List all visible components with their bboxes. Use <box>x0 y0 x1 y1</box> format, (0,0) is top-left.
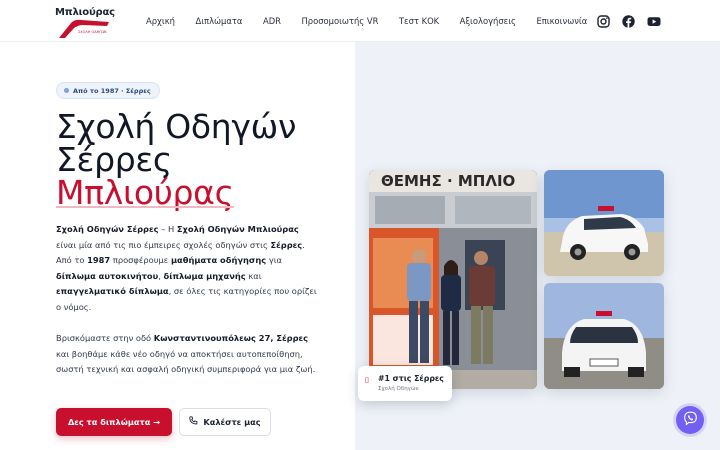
rank-card-subtitle: Σχολή Οδηγών <box>378 386 419 392</box>
view-licenses-label: Δες τα διπλώματα → <box>67 417 161 427</box>
youtube-icon[interactable] <box>647 13 661 26</box>
instagram-icon[interactable] <box>597 13 610 28</box>
nav-item-reviews[interactable]: Αξιολογήσεις <box>460 16 516 26</box>
logo[interactable]: Μπλιούρας ΣΧΟΛΗ ΟΔΗΓΩΝ <box>55 7 115 38</box>
car-photo-2 <box>544 283 664 389</box>
phone-icon <box>189 416 198 428</box>
rank-card: ▯ #1 στις Σέρρες Σχολή Οδηγών <box>358 366 452 401</box>
since-badge: Από το 1987 · Σέρρες <box>56 82 160 99</box>
site-header: Μπλιούρας ΣΧΟΛΗ ΟΔΗΓΩΝ Αρχική Διπλώματα … <box>0 0 720 42</box>
call-us-button[interactable]: Καλέστε μας <box>179 408 271 436</box>
main-nav: Αρχική Διπλώματα ADR Προσομοιωτής VR Τεσ… <box>146 0 608 42</box>
nav-item-kok-test[interactable]: Τεστ ΚΟΚ <box>399 16 439 26</box>
team-photo: ΘΕΜΗΣ · ΜΠΛΙΟ <box>369 170 537 389</box>
rank-card-title: #1 στις Σέρρες <box>378 374 444 383</box>
viber-chat-button[interactable] <box>676 406 704 434</box>
car-photo-1 <box>544 170 664 276</box>
location-paragraph: Βρισκόμαστε στην οδό Κωνσταντινουπόλεως … <box>56 333 316 374</box>
nav-item-home[interactable]: Αρχική <box>146 16 175 26</box>
hero-title: Σχολή Οδηγών Σέρρες Μπλιούρας <box>56 110 296 209</box>
call-us-label: Καλέστε μας <box>203 417 261 427</box>
nav-item-vr-simulator[interactable]: Προσομοιωτής VR <box>301 16 378 26</box>
logo-text: Μπλιούρας <box>55 7 115 18</box>
logo-swoosh-icon <box>59 19 109 38</box>
nav-item-licenses[interactable]: Διπλώματα <box>195 16 242 26</box>
facebook-icon[interactable] <box>622 13 635 28</box>
badge-label: Από το 1987 · Σέρρες <box>73 86 151 95</box>
svg-text:ΘΕΜΗΣ · ΜΠΛΙΟ: ΘΕΜΗΣ · ΜΠΛΙΟ <box>381 172 515 190</box>
trophy-icon: ▯ <box>365 376 369 384</box>
badge-dot <box>64 88 69 93</box>
logo-subtitle: ΣΧΟΛΗ ΟΔΗΓΩΝ <box>78 30 107 34</box>
nav-item-adr[interactable]: ADR <box>263 16 281 26</box>
nav-item-contact[interactable]: Επικοινωνία <box>536 16 587 26</box>
intro-paragraph: Σχολή Οδηγών Σέρρες – Η Σχολή Οδηγών Μπλ… <box>56 224 317 312</box>
view-licenses-button[interactable]: Δες τα διπλώματα → <box>56 408 172 436</box>
hero-title-brand: Μπλιούρας <box>56 173 234 212</box>
viber-icon <box>683 411 698 430</box>
social-links <box>597 13 661 28</box>
